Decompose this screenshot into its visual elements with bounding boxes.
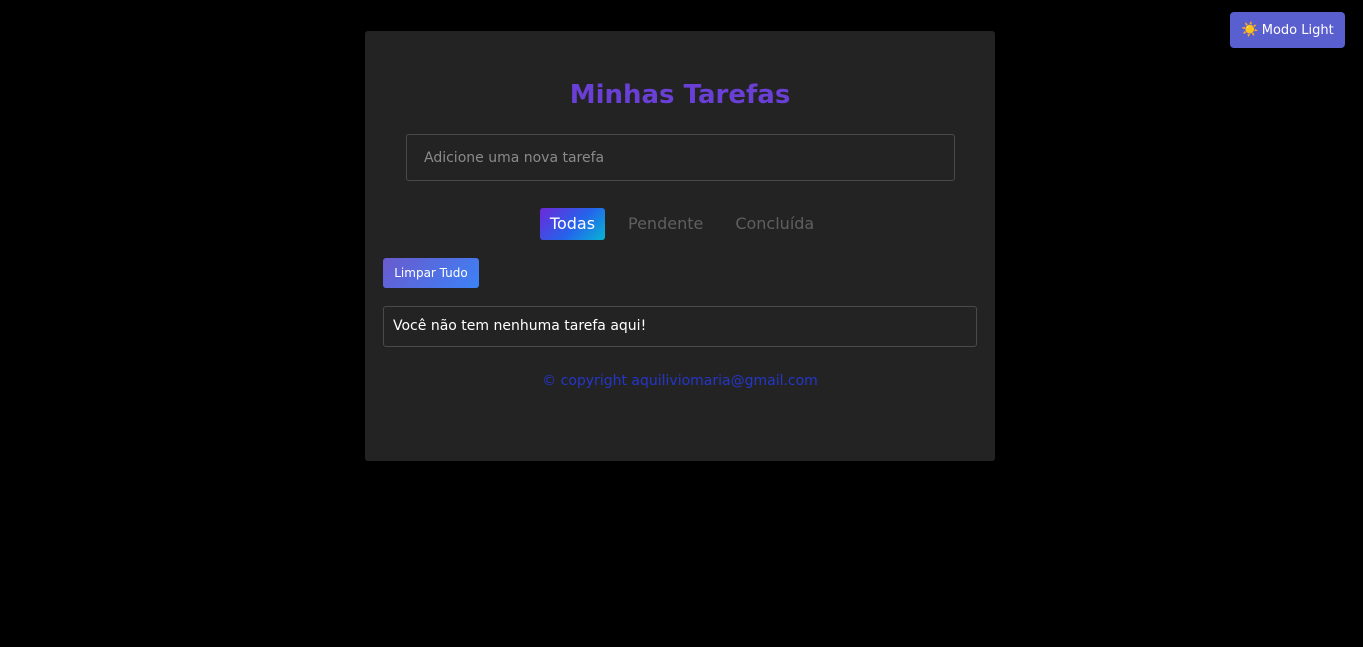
page-title: Minhas Tarefas [569,80,791,110]
footer-copyright[interactable]: © copyright aquiliviomaria@gmail.com [365,372,995,390]
theme-toggle-label: Modo Light [1261,22,1334,38]
empty-tasks-message: Você não tem nenhuma tarefa aqui! [383,306,977,347]
theme-toggle-button[interactable]: ☀️ Modo Light [1230,12,1345,48]
todo-card: Minhas Tarefas Todas Pendente Concluída … [365,31,995,461]
clear-all-button[interactable]: Limpar Tudo [383,258,479,288]
tab-pendente[interactable]: Pendente [628,208,703,240]
tab-todas[interactable]: Todas [540,208,605,240]
new-task-input[interactable] [406,134,955,181]
filter-tabs: Todas Pendente Concluída [540,208,814,240]
sun-icon: ☀️ [1241,22,1259,38]
tab-concluida[interactable]: Concluída [735,208,814,240]
